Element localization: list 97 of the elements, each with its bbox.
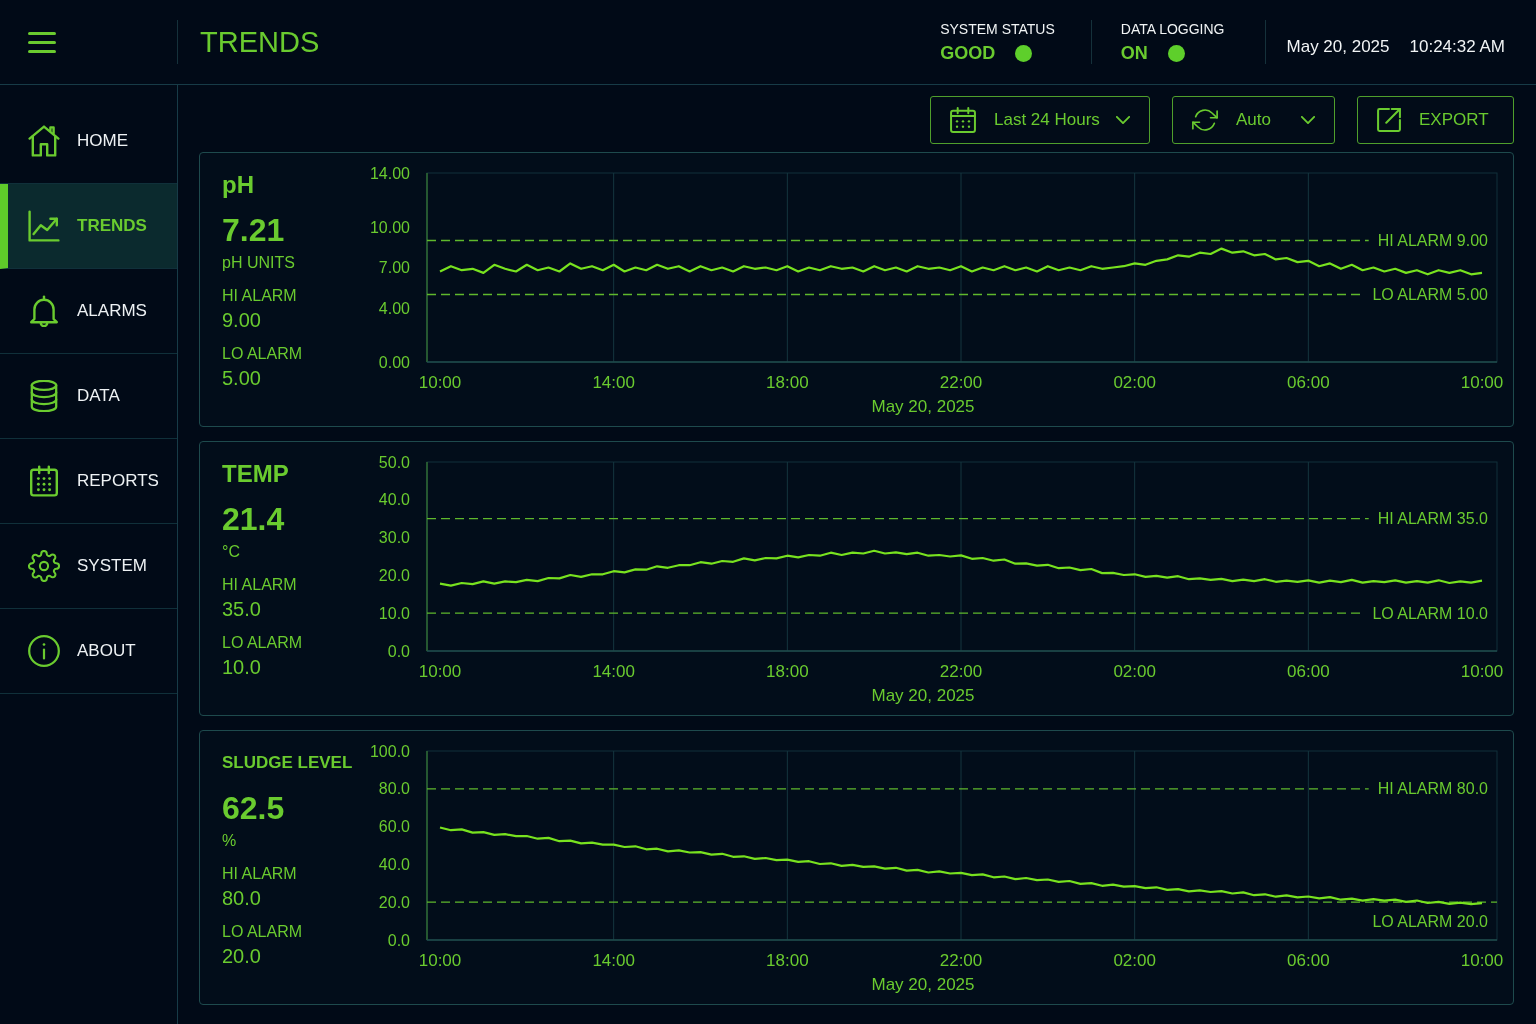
x-axis-label: 22:00: [939, 951, 983, 970]
date-text: May 20, 2025: [1286, 35, 1390, 58]
panel-title: pH: [222, 171, 254, 199]
x-axis-label: 02:00: [1113, 662, 1156, 681]
refresh-icon: [1192, 107, 1218, 133]
y-axis-label: 10.00: [369, 218, 410, 236]
y-axis-label: 30.0: [378, 529, 410, 547]
current-value: 62.5: [222, 789, 285, 827]
x-axis-label: 18:00: [766, 951, 809, 970]
alarm-label: LO ALARM: [222, 922, 303, 942]
current-value: 7.21: [222, 211, 285, 249]
unit-label: pH UNITS: [222, 253, 295, 273]
bell-icon: [28, 295, 60, 327]
y-axis-label: 10.0: [378, 604, 410, 622]
time-range-dropdown[interactable]: Last 24 Hours: [930, 96, 1150, 144]
export-icon: [1377, 108, 1401, 132]
export-button[interactable]: EXPORT: [1357, 96, 1514, 144]
x-axis-label: 10:00: [1460, 951, 1504, 970]
calendar-icon: [28, 465, 60, 497]
alarm-label: LO ALARM: [222, 633, 303, 653]
y-axis-label: 80.0: [378, 780, 410, 798]
status-label: DATA LOGGING: [1120, 20, 1225, 38]
alarm-label: HI ALARM: [222, 575, 297, 595]
y-axis-label: 40.0: [378, 491, 410, 509]
x-axis-label: 14:00: [592, 373, 635, 392]
line-chart-icon: [28, 210, 60, 242]
database-icon: [28, 380, 60, 412]
menu-icon[interactable]: [28, 31, 56, 53]
y-axis-label: 7.00: [378, 259, 410, 276]
x-axis-title: May 20, 2025: [871, 397, 975, 416]
nav-item[interactable]: SYSTEM: [0, 524, 177, 609]
alarm-value: 20.0: [222, 944, 261, 968]
alarm-limit-label: LO ALARM 10.0: [1372, 604, 1488, 622]
y-axis-label: 4.00: [378, 299, 410, 317]
status-value: ON: [1120, 42, 1148, 64]
chevron-down-icon: [1116, 116, 1130, 124]
unit-label: °C: [222, 542, 240, 562]
x-axis-label: 18:00: [766, 662, 809, 681]
panel-title: SLUDGE LEVEL: [222, 752, 353, 774]
status-value: GOOD: [940, 42, 996, 64]
x-axis-label: 02:00: [1113, 373, 1156, 392]
x-axis-label: 10:00: [418, 951, 462, 970]
alarm-label: HI ALARM: [222, 286, 297, 306]
alarm-limit-label: HI ALARM 80.0: [1377, 780, 1488, 798]
x-axis-title: May 20, 2025: [871, 686, 975, 705]
y-axis-label: 20.0: [378, 893, 410, 911]
page-title: TRENDS: [200, 27, 320, 57]
y-axis-label: 0.0: [387, 931, 410, 949]
alarm-limit-label: LO ALARM 20.0: [1372, 912, 1488, 930]
y-axis-label: 0.00: [378, 353, 410, 371]
nav-item[interactable]: REPORTS: [0, 439, 177, 524]
y-axis-label: 100.0: [369, 742, 410, 760]
panel-title: TEMP: [222, 460, 289, 488]
x-axis-label: 02:00: [1113, 951, 1156, 970]
x-axis-label: 14:00: [592, 951, 635, 970]
alarm-value: 5.00: [222, 366, 261, 390]
y-axis-label: 60.0: [378, 818, 410, 836]
x-axis-label: 06:00: [1287, 662, 1330, 681]
refresh-mode-dropdown[interactable]: Auto: [1172, 96, 1335, 144]
y-axis-label: 0.0: [387, 642, 410, 660]
y-axis-label: 50.0: [378, 453, 410, 471]
settings-icon: [28, 550, 60, 582]
alarm-limit-label: HI ALARM 9.00: [1377, 232, 1488, 249]
y-axis-label: 14.00: [369, 164, 410, 182]
unit-label: %: [222, 831, 237, 851]
y-axis-label: 20.0: [378, 566, 410, 584]
time-text: 10:24:32 AM: [1409, 35, 1505, 58]
calendar-icon: [950, 107, 976, 133]
x-axis-label: 06:00: [1287, 373, 1330, 392]
x-axis-label: 22:00: [939, 373, 983, 392]
current-value: 21.4: [222, 500, 285, 538]
x-axis-label: 18:00: [766, 373, 809, 392]
x-axis-label: 10:00: [418, 373, 462, 392]
x-axis-label: 10:00: [1460, 662, 1504, 681]
nav-item[interactable]: ABOUT: [0, 609, 177, 694]
status-label: SYSTEM STATUS: [940, 20, 1055, 38]
nav-item[interactable]: ALARMS: [0, 269, 177, 354]
nav-item[interactable]: TRENDS: [0, 184, 177, 269]
x-axis-label: 06:00: [1287, 951, 1330, 970]
alarm-label: HI ALARM: [222, 864, 297, 884]
nav-item[interactable]: DATA: [0, 354, 177, 439]
x-axis-label: 10:00: [418, 662, 462, 681]
alarm-limit-label: LO ALARM 5.00: [1372, 286, 1488, 303]
x-axis-label: 14:00: [592, 662, 635, 681]
y-axis-label: 40.0: [378, 855, 410, 873]
x-axis-label: 10:00: [1460, 373, 1504, 392]
alarm-value: 9.00: [222, 308, 261, 332]
info-icon: [28, 635, 60, 667]
chevron-down-icon: [1301, 116, 1315, 124]
alarm-value: 80.0: [222, 886, 261, 910]
alarm-label: LO ALARM: [222, 344, 303, 364]
x-axis-label: 22:00: [939, 662, 983, 681]
x-axis-title: May 20, 2025: [871, 975, 975, 994]
home-icon: [28, 125, 60, 157]
alarm-limit-label: HI ALARM 35.0: [1377, 510, 1488, 528]
alarm-value: 35.0: [222, 597, 261, 621]
alarm-value: 10.0: [222, 655, 261, 679]
